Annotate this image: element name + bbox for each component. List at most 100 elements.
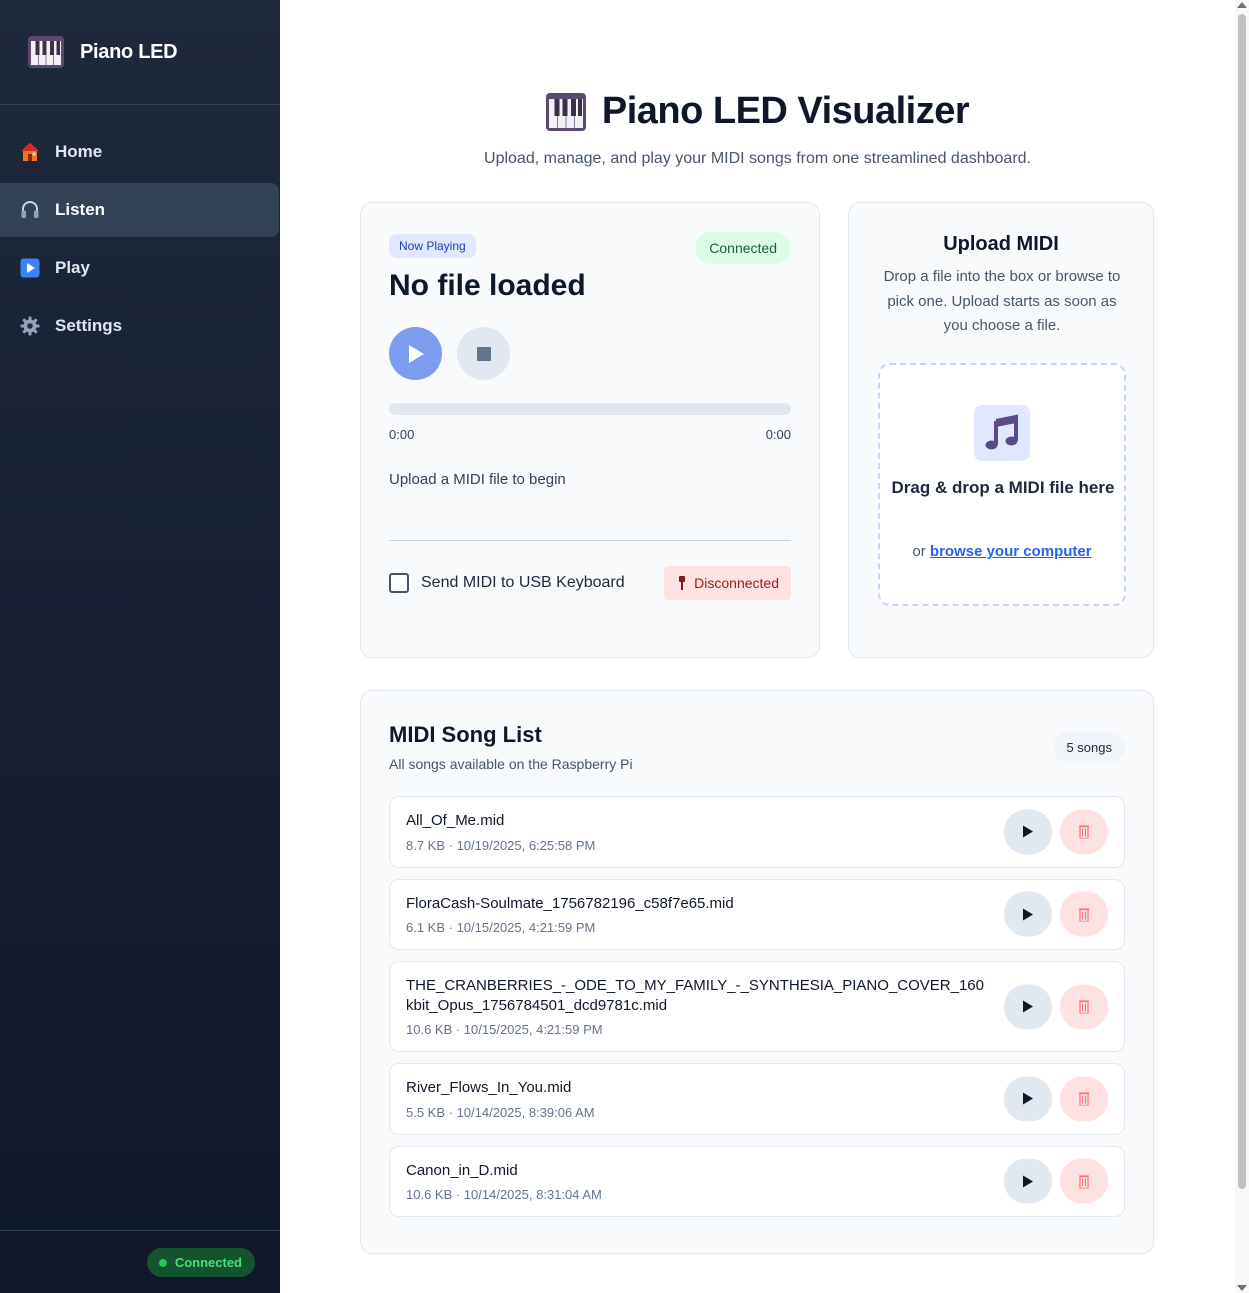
sidebar-item-home[interactable]: Home [0, 125, 279, 179]
sidebar-item-label: Listen [55, 200, 106, 219]
song-play-button[interactable] [1004, 891, 1052, 937]
upload-card: Upload MIDI Drop a file into the box or … [848, 202, 1154, 658]
sidebar-item-label: Home [55, 142, 103, 161]
song-actions [1004, 891, 1108, 937]
piano-icon [28, 36, 64, 68]
page-title: Piano LED Visualizer [545, 90, 970, 133]
play-icon [1023, 908, 1033, 921]
connection-status-pill: Connected [146, 1248, 255, 1277]
page-header: Piano LED Visualizer Upload, manage, and… [280, 90, 1235, 168]
trash-icon [1079, 1175, 1089, 1189]
song-meta: 10.6 KB · 10/15/2025, 4:21:59 PM [406, 1022, 603, 1037]
song-play-button[interactable] [1004, 1158, 1052, 1204]
play-icon [1023, 1175, 1033, 1188]
progress-bar[interactable] [389, 403, 791, 415]
page-subtitle: Upload, manage, and play your MIDI songs… [484, 149, 1031, 167]
song-actions [1004, 984, 1108, 1029]
brand-title: Piano LED [80, 40, 178, 63]
scroll-down-arrow-icon[interactable] [1237, 1285, 1247, 1291]
play-icon [408, 344, 424, 363]
song-row: River_Flows_In_You.mid 5.5 KB · 10/14/20… [389, 1063, 1125, 1135]
play-icon [1023, 1092, 1033, 1105]
upload-title: Upload MIDI [943, 233, 1059, 255]
scrollbar-thumb[interactable] [1238, 14, 1246, 1189]
sidebar-item-label: Settings [55, 316, 123, 335]
song-list-card: MIDI Song List All songs available on th… [360, 690, 1154, 1254]
play-button[interactable] [389, 327, 442, 380]
song-row: FloraCash-Soulmate_1756782196_c58f7e65.m… [389, 878, 1125, 950]
sidebar-item-play[interactable]: Play [0, 241, 279, 295]
now-playing-title: No file loaded [389, 269, 586, 302]
browse-computer-link[interactable]: browse your computer [930, 543, 1092, 560]
main-content: Piano LED Visualizer Upload, manage, and… [280, 0, 1235, 1293]
trash-icon [1079, 825, 1089, 839]
song-name: THE_CRANBERRIES_-_ODE_TO_MY_FAMILY_-_SYN… [406, 977, 984, 1014]
song-row: All_Of_Me.mid 8.7 KB · 10/19/2025, 6:25:… [389, 796, 1125, 868]
sidebar-footer: Connected [0, 1230, 280, 1293]
song-play-button[interactable] [1004, 1076, 1052, 1122]
song-count-badge: 5 songs [1053, 732, 1125, 763]
song-play-button[interactable] [1004, 984, 1052, 1029]
dropzone-alt: or browse your computer [880, 543, 1124, 560]
upload-description: Drop a file into the box or browse to pi… [883, 268, 1121, 334]
plug-icon [678, 576, 686, 590]
trash-icon [1079, 1000, 1089, 1014]
scroll-up-arrow-icon[interactable] [1237, 2, 1247, 8]
connection-badge: Connected [695, 232, 791, 264]
song-list-subtitle: All songs available on the Raspberry Pi [389, 756, 633, 772]
song-actions [1004, 809, 1108, 855]
music-note-icon [974, 405, 1030, 461]
song-list-title: MIDI Song List [389, 722, 542, 747]
play-icon [1023, 825, 1033, 838]
divider [389, 540, 791, 541]
song-row: THE_CRANBERRIES_-_ODE_TO_MY_FAMILY_-_SYN… [389, 961, 1125, 1052]
usb-output-checkbox[interactable] [389, 573, 409, 593]
song-meta: 5.5 KB · 10/14/2025, 8:39:06 AM [406, 1104, 595, 1120]
sidebar-brand[interactable]: Piano LED [0, 0, 280, 105]
song-name: Canon_in_D.mid [406, 1161, 518, 1179]
piano-icon [545, 92, 586, 131]
song-delete-button[interactable] [1060, 1158, 1108, 1204]
sidebar-nav: Home Listen Play Settings [0, 105, 280, 353]
song-meta: 6.1 KB · 10/15/2025, 4:21:59 PM [406, 920, 596, 935]
play-icon [1023, 1000, 1033, 1013]
song-row: Canon_in_D.mid 10.6 KB · 10/14/2025, 8:3… [389, 1145, 1125, 1217]
usb-status-text: Disconnected [694, 575, 779, 591]
sidebar: Piano LED Home Listen Play Settings Conn… [0, 0, 280, 1293]
dropzone-or-text: or [912, 543, 930, 560]
headphones-icon [20, 200, 40, 220]
time-elapsed: 0:00 [389, 427, 415, 442]
house-icon [20, 142, 40, 162]
song-delete-button[interactable] [1060, 809, 1108, 855]
sidebar-item-listen[interactable]: Listen [0, 183, 279, 237]
now-playing-card: Now Playing Connected No file loaded 0:0… [360, 202, 820, 658]
song-delete-button[interactable] [1060, 891, 1108, 937]
time-total: 0:00 [765, 427, 791, 442]
sidebar-item-settings[interactable]: Settings [0, 299, 279, 353]
song-actions [1004, 1158, 1108, 1204]
page-title-text: Piano LED Visualizer [601, 90, 970, 132]
file-dropzone[interactable]: Drag & drop a MIDI file here or browse y… [878, 363, 1126, 606]
song-list: All_Of_Me.mid 8.7 KB · 10/19/2025, 6:25:… [389, 796, 1125, 1228]
stop-icon [476, 346, 491, 361]
gear-icon [20, 316, 40, 336]
song-delete-button[interactable] [1060, 984, 1108, 1029]
dropzone-title: Drag & drop a MIDI file here [891, 478, 1115, 497]
song-play-button[interactable] [1004, 809, 1052, 855]
sidebar-item-label: Play [55, 258, 90, 277]
usb-output-row: Send MIDI to USB Keyboard Disconnected [389, 566, 791, 600]
page-scrollbar[interactable] [1235, 0, 1249, 1293]
usb-output-label[interactable]: Send MIDI to USB Keyboard [421, 574, 625, 592]
song-meta: 8.7 KB · 10/19/2025, 6:25:58 PM [406, 837, 596, 853]
song-name: River_Flows_In_You.mid [406, 1079, 572, 1096]
stop-button[interactable] [457, 327, 510, 380]
play-icon [20, 258, 40, 278]
usb-status-badge: Disconnected [664, 566, 791, 600]
status-dot-icon [158, 1258, 167, 1267]
song-name: FloraCash-Soulmate_1756782196_c58f7e65.m… [406, 894, 734, 912]
song-delete-button[interactable] [1060, 1076, 1108, 1122]
song-actions [1004, 1076, 1108, 1122]
trash-icon [1079, 1092, 1089, 1106]
player-status-message: Upload a MIDI file to begin [389, 471, 566, 488]
song-name: All_Of_Me.mid [406, 812, 505, 829]
